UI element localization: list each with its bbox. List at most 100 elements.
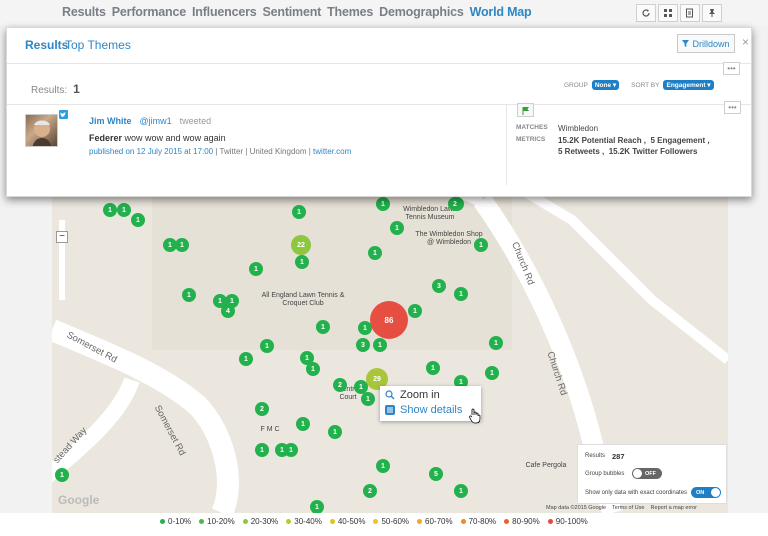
magnifier-icon [385,390,395,400]
map-cluster[interactable]: 3 [432,279,446,293]
list-icon [385,405,395,415]
map-cluster[interactable]: 1 [117,203,131,217]
group-dropdown[interactable]: None ▾ [591,80,620,90]
show-details-item[interactable]: Show details [385,404,462,416]
drilldown-button[interactable]: Drilldown [677,34,735,53]
map-cluster[interactable]: 3 [356,338,370,352]
zoom-in-item[interactable]: Zoom in [385,389,440,401]
map-cluster[interactable]: 2 [255,402,269,416]
map-cluster[interactable]: 86 [370,301,408,339]
map-cluster[interactable]: 1 [292,205,306,219]
map-cluster[interactable]: 1 [239,352,253,366]
sort-dropdown[interactable]: Engagement ▾ [663,80,714,90]
map-cluster[interactable]: 1 [376,197,390,211]
tab-themes[interactable]: Themes [327,5,373,19]
app-root: Results Performance Influencers Sentimen… [0,0,768,536]
map-cluster[interactable]: 1 [225,294,239,308]
map-cluster[interactable]: 2 [333,378,347,392]
group-value: None [594,82,612,89]
legend-item: 80-90% [504,517,540,526]
map-cluster[interactable]: 1 [306,362,320,376]
map-cluster[interactable]: 1 [426,361,440,375]
panel-header: Results Top Themes Drilldown × [7,28,751,64]
map-attribution[interactable]: Map data ©2015 Google Terms of Use Repor… [546,504,697,512]
map-cluster[interactable]: 1 [358,321,372,335]
zoom-out-button[interactable]: − [56,231,68,243]
map-cluster[interactable]: 1 [454,484,468,498]
tab-demographics[interactable]: Demographics [379,5,464,19]
map-cluster[interactable]: 1 [284,443,298,457]
author-name[interactable]: Jim White [89,116,132,126]
map-cluster[interactable]: 5 [429,467,443,481]
map-cluster[interactable]: 1 [260,339,274,353]
flag-button[interactable] [517,103,534,117]
pin-icon[interactable] [702,4,722,22]
tab-world-map[interactable]: World Map [470,5,532,19]
exact-coordinates-label: Show only data with exact coordinates [585,490,688,496]
map-cluster[interactable]: 1 [376,459,390,473]
refresh-icon[interactable] [636,4,656,22]
close-icon[interactable]: × [742,35,749,49]
group-bubbles-state: OFF [645,470,656,477]
grid-icon[interactable] [658,4,678,22]
source-link[interactable]: twitter.com [313,147,351,156]
map-cluster[interactable]: 1 [175,238,189,252]
map-cluster[interactable]: 1 [474,238,488,252]
group-bubbles-toggle[interactable]: OFF [632,468,662,479]
more-options-button[interactable]: ••• [723,62,740,75]
legend-dot [504,519,510,524]
legend-dot [373,519,379,524]
map-cluster[interactable]: 1 [316,320,330,334]
hand-cursor-icon [468,408,482,427]
map-cluster[interactable]: 1 [103,203,117,217]
exact-coordinates-state: ON [696,489,705,496]
map-cluster[interactable]: 1 [295,255,309,269]
legend-dot [160,519,165,524]
map-cluster[interactable]: 2 [363,484,377,498]
legend-item: 30-40% [286,517,322,526]
map-cluster[interactable]: 1 [131,213,145,227]
avatar[interactable] [25,114,58,147]
legend-item: 40-50% [329,517,365,526]
map-cluster[interactable]: 1 [454,287,468,301]
item-more-button[interactable]: ••• [724,101,741,114]
map-cluster[interactable]: 1 [310,500,324,513]
map-cluster[interactable]: 1 [361,392,375,406]
legend-label: 0-10% [168,517,192,526]
tab-panel-top-themes[interactable]: Top Themes [65,38,131,52]
export-icon[interactable] [680,4,700,22]
map-cluster[interactable]: 1 [368,246,382,260]
legend-dot [329,519,335,524]
legend-label: 30-40% [294,517,322,526]
map-cluster[interactable]: 1 [489,336,503,350]
map-cluster[interactable]: 2 [448,197,462,211]
tweet-text: Federer wow wow and wow again [89,133,226,143]
exact-coordinates-toggle[interactable]: ON [691,487,721,498]
legend-item: 20-30% [242,517,278,526]
legend-item: 10-20% [199,517,235,526]
tab-sentiment[interactable]: Sentiment [263,5,322,19]
panel-vertical-divider [506,105,507,185]
matches-value: Wimbledon [558,124,599,133]
map-cluster[interactable]: 1 [390,221,404,235]
tab-panel-results[interactable]: Results [25,38,68,52]
map-cluster[interactable]: 22 [291,235,311,255]
map-cluster[interactable]: 1 [55,468,69,482]
map-cluster[interactable]: 1 [485,366,499,380]
map-cluster[interactable]: 1 [255,443,269,457]
map-cluster[interactable]: 1 [182,288,196,302]
published-date[interactable]: published on 12 July 2015 at 17:00 [89,147,213,156]
map-cluster[interactable]: 1 [249,262,263,276]
map-cluster[interactable]: 1 [373,338,387,352]
map-cluster[interactable]: 1 [296,417,310,431]
author-handle[interactable]: @jimw1 [140,116,172,126]
map-cluster[interactable]: 1 [408,304,422,318]
tweet-author-line: Jim White @jimw1 tweeted [89,116,211,126]
panel-divider [7,104,751,105]
label-fmc: F M C [260,426,280,433]
tab-results[interactable]: Results [62,5,106,19]
map-cluster[interactable]: 1 [328,425,342,439]
tab-performance[interactable]: Performance [112,5,186,19]
tab-influencers[interactable]: Influencers [192,5,257,19]
legend-dot [417,519,423,524]
